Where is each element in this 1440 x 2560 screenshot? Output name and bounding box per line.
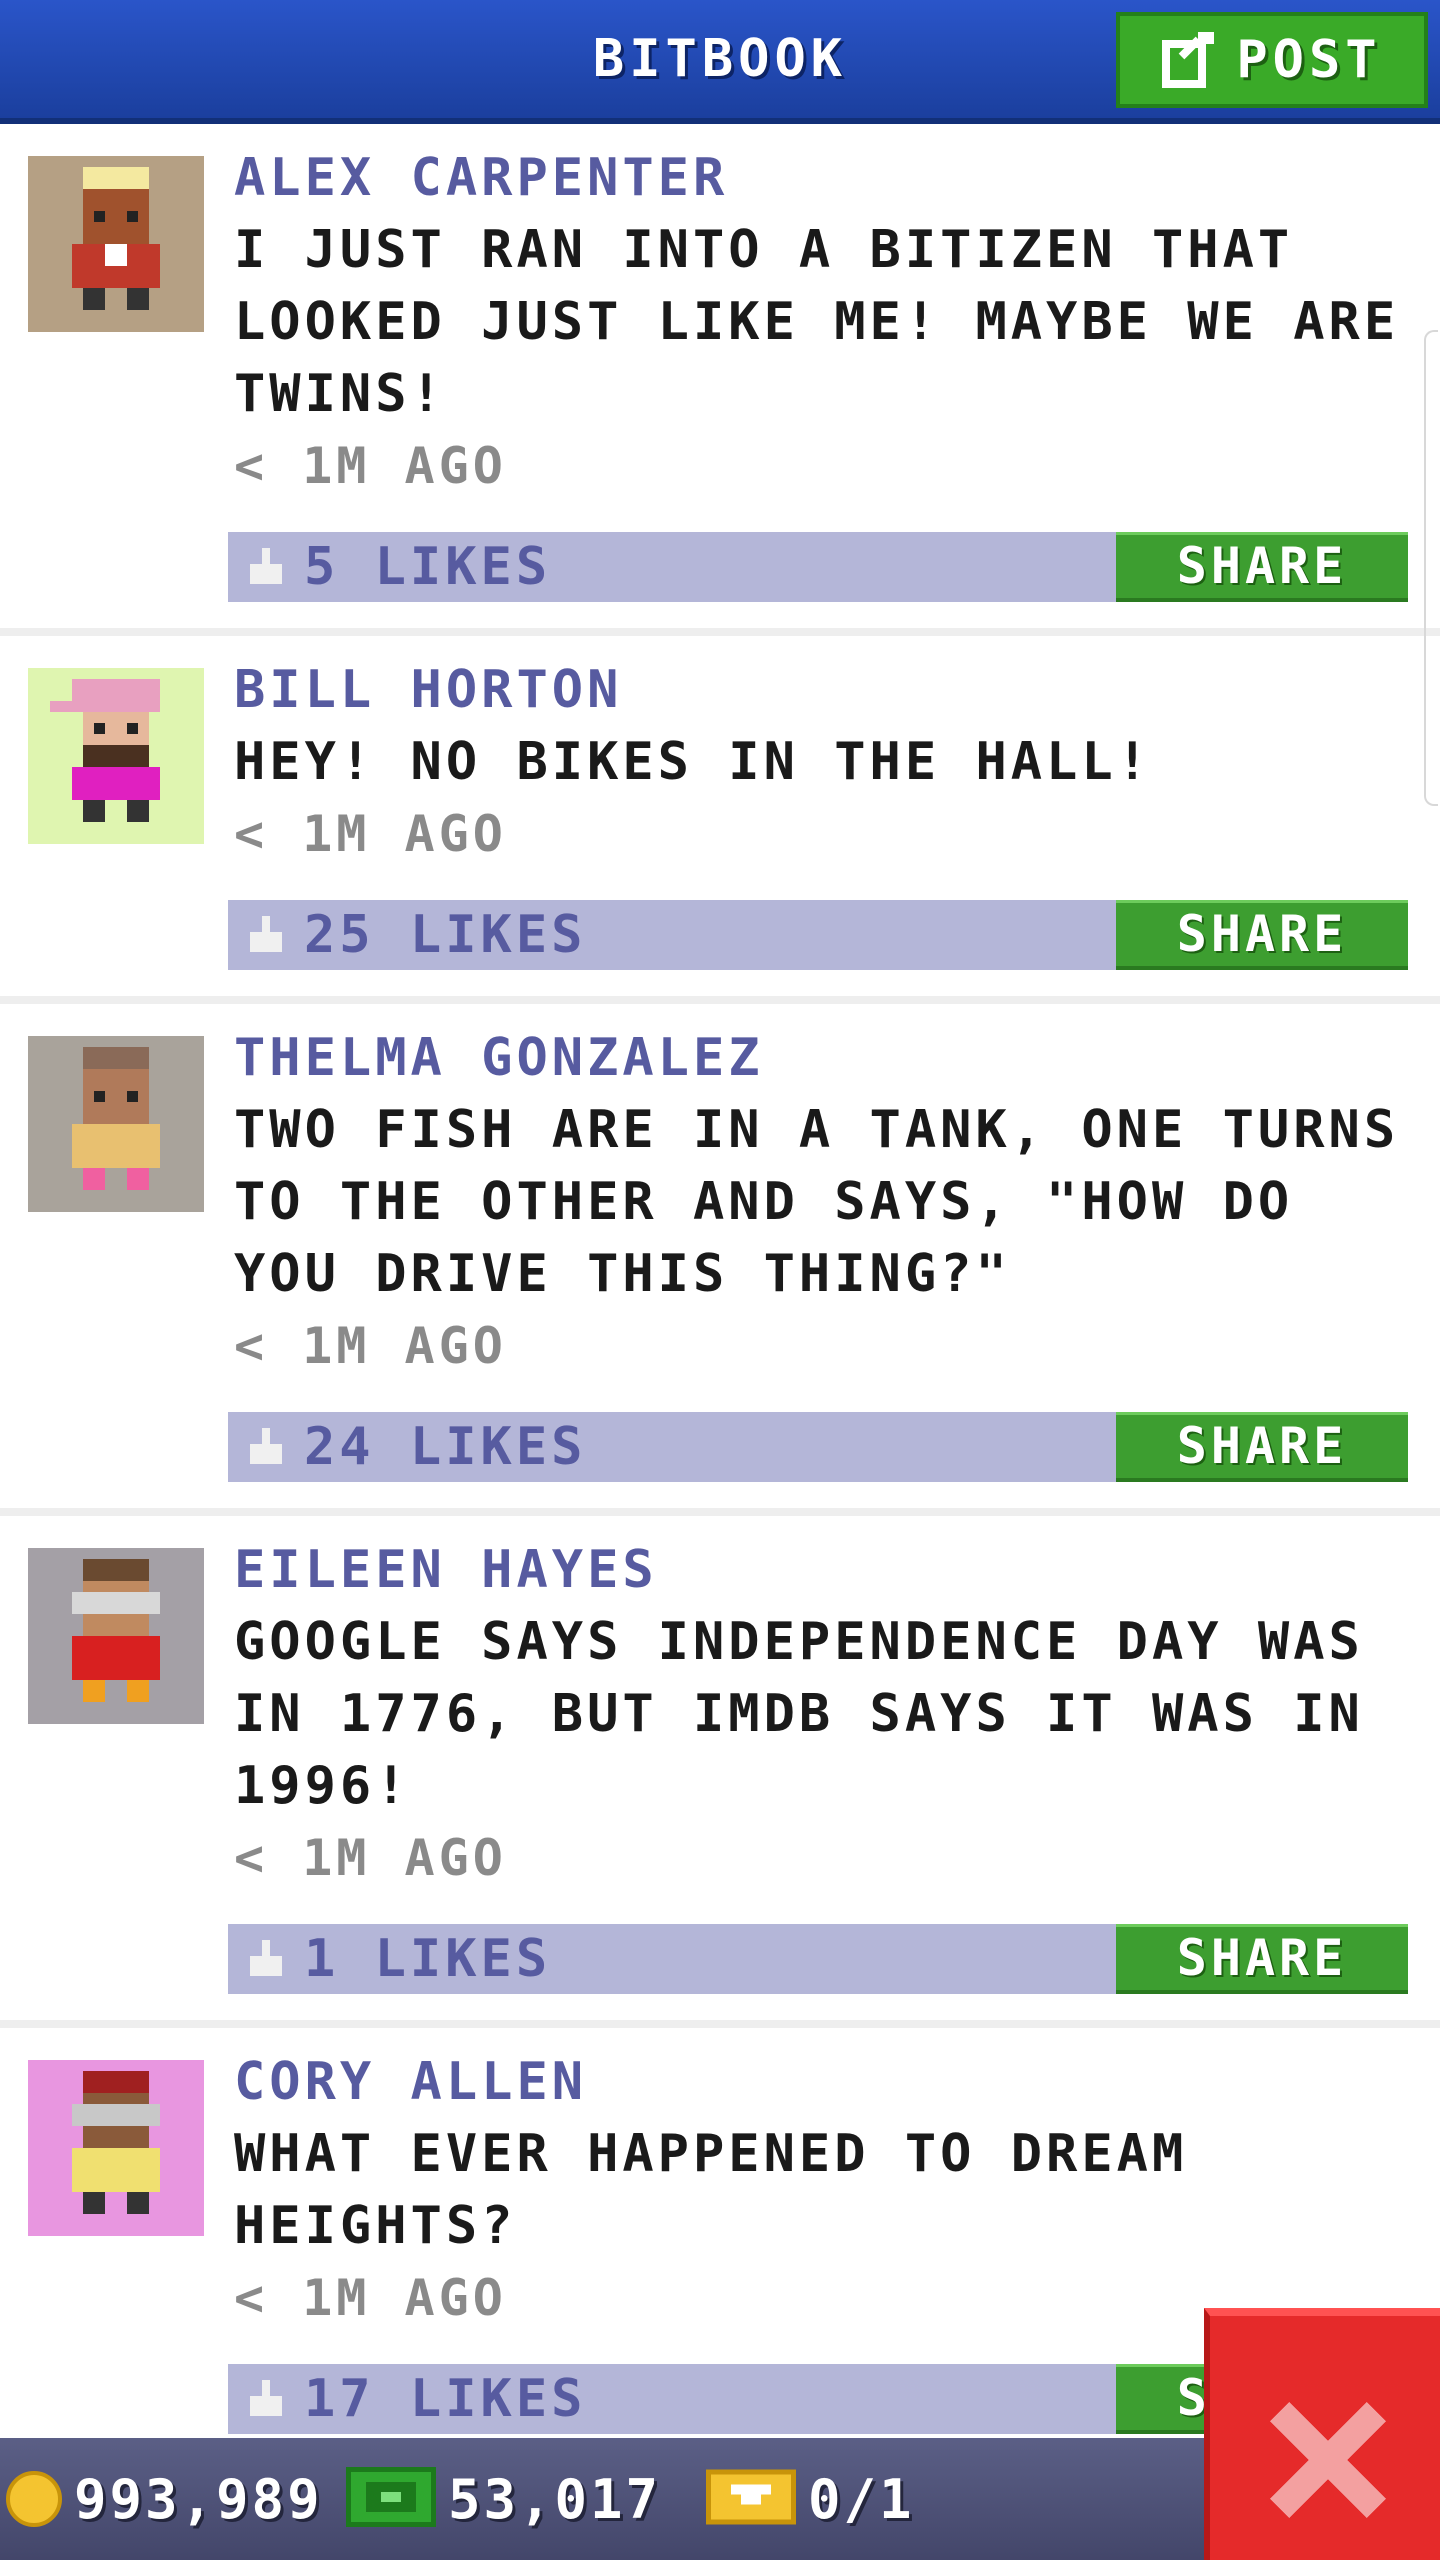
post-text: I JUST RAN INTO A BITIZEN THAT LOOKED JU… <box>234 220 1400 424</box>
post-timestamp: < 1M AGO <box>234 1317 507 1375</box>
close-button[interactable] <box>1204 2308 1440 2560</box>
coins-value: 993,989 <box>74 2467 323 2531</box>
post-button-label: POST <box>1236 30 1382 90</box>
avatar <box>28 2060 204 2236</box>
post-author[interactable]: CORY ALLEN <box>234 2046 587 2118</box>
like-bar: 1 LIKES SHARE <box>228 1924 1408 1994</box>
like-bar: 5 LIKES SHARE <box>228 532 1408 602</box>
like-bar: 25 LIKES SHARE <box>228 900 1408 970</box>
post-author[interactable]: ALEX CARPENTER <box>234 142 728 214</box>
post-button[interactable]: POST <box>1116 12 1428 108</box>
avatar <box>28 1548 204 1724</box>
feed-post: THELMA GONZALEZ TWO FISH ARE IN A TANK, … <box>0 1004 1440 1516</box>
post-text: HEY! NO BIKES IN THE HALL! <box>234 732 1152 792</box>
like-count: 5 LIKES <box>304 537 552 597</box>
bux-icon <box>346 2467 436 2531</box>
ticket-icon <box>706 2469 796 2529</box>
bux-value: 53,017 <box>448 2467 662 2531</box>
share-button[interactable]: SHARE <box>1116 532 1408 602</box>
like-count: 24 LIKES <box>304 1417 587 1477</box>
feed-post: ALEX CARPENTER I JUST RAN INTO A BITIZEN… <box>0 124 1440 636</box>
post-timestamp: < 1M AGO <box>234 437 507 495</box>
post-text: WHAT EVER HAPPENED TO DREAM HEIGHTS? <box>234 2124 1188 2256</box>
edit-icon <box>1162 32 1218 88</box>
post-author[interactable]: EILEEN HAYES <box>234 1534 658 1606</box>
tickets-value: 0/1 <box>808 2467 915 2531</box>
coins-display: 993,989 <box>6 2438 323 2560</box>
thumbs-up-icon[interactable] <box>246 1940 286 1980</box>
share-button[interactable]: SHARE <box>1116 900 1408 970</box>
post-timestamp: < 1M AGO <box>234 2269 507 2327</box>
bux-display: 53,017 <box>346 2438 661 2560</box>
post-timestamp: < 1M AGO <box>234 1829 507 1887</box>
share-button[interactable]: SHARE <box>1116 1412 1408 1482</box>
post-timestamp: < 1M AGO <box>234 805 507 863</box>
post-author[interactable]: THELMA GONZALEZ <box>234 1022 764 1094</box>
feed-post: EILEEN HAYES GOOGLE SAYS INDEPENDENCE DA… <box>0 1516 1440 2028</box>
avatar <box>28 668 204 844</box>
like-bar: 24 LIKES SHARE <box>228 1412 1408 1482</box>
thumbs-up-icon[interactable] <box>246 548 286 588</box>
like-count: 1 LIKES <box>304 1929 552 1989</box>
thumbs-up-icon[interactable] <box>246 1428 286 1468</box>
bitbook-feed[interactable]: ALEX CARPENTER I JUST RAN INTO A BITIZEN… <box>0 124 1440 2438</box>
avatar <box>28 1036 204 1212</box>
post-text: GOOGLE SAYS INDEPENDENCE DAY WAS IN 1776… <box>234 1612 1364 1816</box>
app-header: BITBOOK POST <box>0 0 1440 124</box>
like-count: 17 LIKES <box>304 2369 587 2429</box>
feed-post: BILL HORTON HEY! NO BIKES IN THE HALL! <… <box>0 636 1440 1004</box>
thumbs-up-icon[interactable] <box>246 916 286 956</box>
tickets-display: 0/1 <box>706 2438 915 2560</box>
avatar <box>28 156 204 332</box>
like-count: 25 LIKES <box>304 905 587 965</box>
coin-icon <box>6 2471 62 2527</box>
share-button[interactable]: SHARE <box>1116 1924 1408 1994</box>
post-author[interactable]: BILL HORTON <box>234 654 622 726</box>
thumbs-up-icon[interactable] <box>246 2380 286 2420</box>
scroll-indicator[interactable] <box>1424 330 1438 806</box>
post-text: TWO FISH ARE IN A TANK, ONE TURNS TO THE… <box>234 1100 1400 1304</box>
